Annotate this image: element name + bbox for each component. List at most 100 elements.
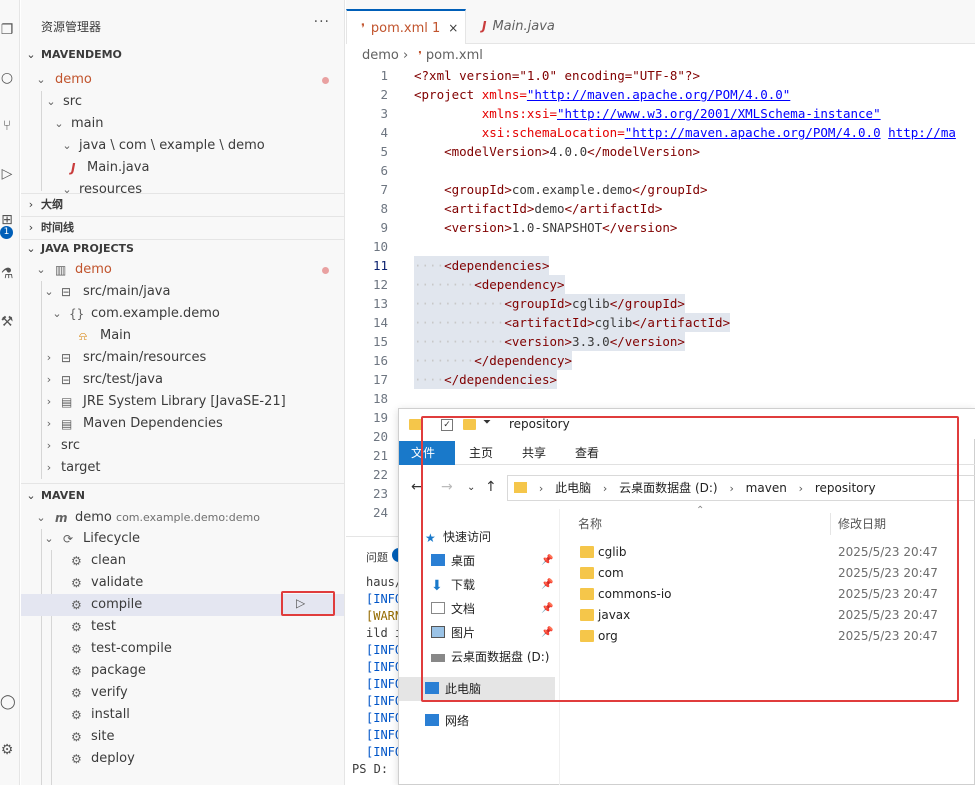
- xml-file-icon: ❜: [418, 49, 422, 62]
- terminal-line: [INFO: [366, 643, 403, 657]
- chevron-right-icon: ›: [28, 198, 34, 211]
- maven-icon: m: [55, 511, 68, 525]
- terminal-line: [INFO: [366, 660, 403, 674]
- chevron-down-icon: ⌄: [36, 73, 46, 86]
- refresh-cycle-icon: ⟳: [63, 532, 74, 546]
- chevron-right-icon: ›: [46, 439, 52, 452]
- section-timeline[interactable]: › 时间线: [21, 217, 344, 239]
- gear-icon: ⚙: [71, 730, 82, 744]
- close-icon[interactable]: ×: [448, 21, 458, 35]
- accounts-icon[interactable]: ◯: [0, 694, 16, 710]
- maven-phase-test[interactable]: ⚙ test: [21, 616, 344, 638]
- project-icon: ▥: [55, 263, 67, 277]
- line-number: 4: [380, 125, 388, 140]
- line-number: 20: [372, 429, 388, 444]
- line-number: 9: [380, 220, 388, 235]
- maven-phase-install[interactable]: ⚙ install: [21, 704, 344, 726]
- tab-problems[interactable]: 问题: [366, 549, 388, 565]
- line-number: 1: [380, 68, 388, 83]
- modified-dot-icon: [322, 267, 329, 274]
- terminal-line: [INFO: [366, 592, 403, 606]
- line-number: 13: [372, 296, 388, 311]
- terminal-prompt[interactable]: PS D:: [352, 761, 388, 778]
- terminal-line: [INFO: [366, 728, 403, 742]
- maven-phase-verify[interactable]: ⚙ verify: [21, 682, 344, 704]
- maven-project-demo[interactable]: ⌄ m demo com.example.demo:demo: [21, 507, 344, 529]
- line-number: 11: [372, 258, 388, 273]
- tab-bar: ❜ pom.xml 1 × J Main.java: [346, 0, 975, 44]
- maven-lifecycle[interactable]: ⌄ ⟳ Lifecycle: [21, 528, 344, 550]
- chevron-down-icon: ⌄: [62, 139, 72, 152]
- line-number: 14: [372, 315, 388, 330]
- problem-count-badge: 1: [432, 21, 441, 36]
- tree-item-resources[interactable]: ⌄ resources: [21, 179, 344, 193]
- tab-pom-xml[interactable]: ❜ pom.xml 1 ×: [346, 9, 466, 44]
- code-line-5: <modelVersion>4.0.0</modelVersion>: [444, 144, 700, 159]
- jp-src[interactable]: › src: [21, 435, 344, 457]
- run-icon[interactable]: ▷: [296, 596, 310, 610]
- terminal-line: [WARN: [366, 609, 403, 623]
- explorer-icon[interactable]: ❐: [0, 22, 14, 38]
- jp-src-main-resources[interactable]: › ⊟ src/main/resources: [21, 347, 344, 369]
- section-maven[interactable]: ⌄ MAVEN: [21, 485, 344, 507]
- package-folder-icon: ⊟: [61, 373, 72, 387]
- source-control-icon[interactable]: ⑂: [0, 118, 14, 134]
- chevron-down-icon: ⌄: [36, 263, 46, 276]
- jp-maven-dependencies[interactable]: › ▤ Maven Dependencies: [21, 413, 344, 435]
- package-icon: {}: [69, 307, 85, 321]
- tree-item-main-java[interactable]: J Main.java: [21, 157, 344, 179]
- tree-item-main[interactable]: ⌄ main: [21, 113, 344, 135]
- tree-item-java-package[interactable]: ⌄ java \ com \ example \ demo: [21, 135, 344, 157]
- testing-icon[interactable]: ⚗: [0, 266, 14, 282]
- section-mavendemo[interactable]: ⌄ MAVENDEMO: [21, 44, 344, 66]
- jp-target[interactable]: › target: [21, 457, 344, 479]
- breadcrumb-file[interactable]: pom.xml: [426, 48, 483, 63]
- maven-phase-test-compile[interactable]: ⚙ test-compile: [21, 638, 344, 660]
- maven-phase-deploy[interactable]: ⚙ deploy: [21, 748, 344, 770]
- gear-icon: ⚙: [71, 708, 82, 722]
- line-number: 15: [372, 334, 388, 349]
- code-line-4: xsi:schemaLocation="http://maven.apache.…: [481, 125, 956, 140]
- maven-phase-clean[interactable]: ⚙ clean: [21, 550, 344, 572]
- jp-class-main[interactable]: ⍾ Main: [21, 325, 344, 347]
- run-debug-icon[interactable]: ▷: [0, 166, 14, 182]
- terminal-line: [INFO: [366, 711, 403, 725]
- line-number: 22: [372, 467, 388, 482]
- section-java-projects[interactable]: ⌄ JAVA PROJECTS: [21, 238, 344, 260]
- code-line-8: <artifactId>demo</artifactId>: [444, 201, 663, 216]
- nav-network[interactable]: 网络: [425, 709, 469, 733]
- code-line-7: <groupId>com.example.demo</groupId>: [444, 182, 708, 197]
- breadcrumb: demo › ❜ pom.xml: [362, 46, 483, 66]
- remote-icon[interactable]: ⚒: [0, 314, 14, 330]
- terminal-line: ild i: [366, 626, 403, 640]
- code-line-15: ············<version>3.3.0</version>: [414, 332, 685, 351]
- highlight-repository-box: [421, 416, 959, 702]
- jp-package-com-example-demo[interactable]: ⌄ {} com.example.demo: [21, 303, 344, 325]
- jp-src-main-java[interactable]: ⌄ ⊟ src/main/java: [21, 281, 344, 303]
- section-outline[interactable]: › 大纲: [21, 194, 344, 216]
- gear-icon: ⚙: [71, 598, 82, 612]
- line-number: 3: [380, 106, 388, 121]
- line-number: 6: [380, 163, 388, 178]
- tree-item-src[interactable]: ⌄ src: [21, 91, 344, 113]
- tree-item-demo[interactable]: ⌄ demo: [21, 69, 344, 91]
- gear-icon: ⚙: [71, 686, 82, 700]
- more-actions-icon[interactable]: ···: [314, 14, 330, 30]
- jp-project-demo[interactable]: ⌄ ▥ demo: [21, 259, 344, 281]
- breadcrumb-folder[interactable]: demo: [362, 48, 399, 63]
- chevron-down-icon: ⌄: [26, 489, 36, 502]
- tab-main-java[interactable]: J Main.java: [468, 9, 578, 44]
- sidebar-title: 资源管理器: [41, 20, 102, 34]
- jp-src-test-java[interactable]: › ⊟ src/test/java: [21, 369, 344, 391]
- jp-jre-library[interactable]: › ▤ JRE System Library [JavaSE-21]: [21, 391, 344, 413]
- terminal-line: haus/: [366, 575, 403, 589]
- line-number: 12: [372, 277, 388, 292]
- settings-icon[interactable]: ⚙: [0, 742, 14, 758]
- maven-phase-site[interactable]: ⚙ site: [21, 726, 344, 748]
- search-icon[interactable]: ○: [0, 70, 14, 86]
- line-number: 21: [372, 448, 388, 463]
- chevron-down-icon: ⌄: [44, 285, 54, 298]
- line-number: 24: [372, 505, 388, 520]
- maven-phase-package[interactable]: ⚙ package: [21, 660, 344, 682]
- library-icon: ▤: [61, 417, 73, 431]
